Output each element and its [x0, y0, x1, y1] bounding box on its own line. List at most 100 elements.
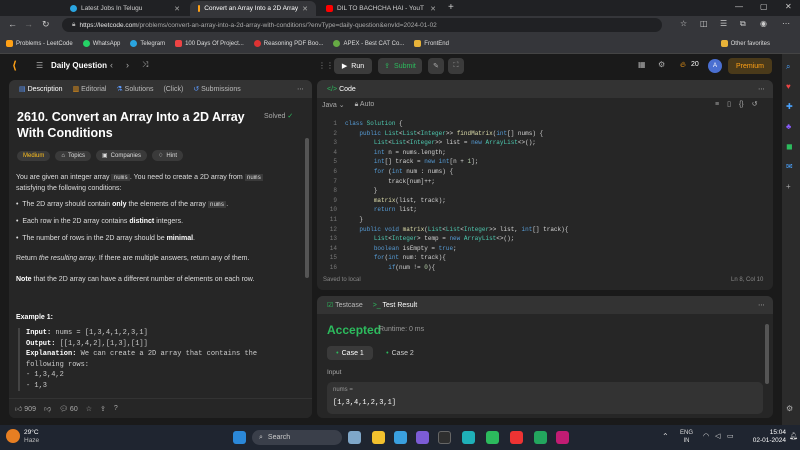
fullscreen-icon[interactable]: ⛶: [448, 58, 464, 74]
new-tab-button[interactable]: +: [448, 2, 454, 13]
terminal-app-icon[interactable]: [438, 431, 451, 444]
bookmark-apex[interactable]: APEX - Best CAT Co...: [333, 40, 404, 47]
notifications-icon[interactable]: 🔔︎: [789, 432, 798, 440]
daily-question-title[interactable]: Daily Question: [51, 61, 107, 70]
like-button[interactable]: 👍︎ 909: [15, 404, 36, 413]
bookmark-frontend[interactable]: FrontEnd: [414, 40, 449, 47]
wifi-icon[interactable]: ◠: [703, 432, 709, 440]
browser-tab[interactable]: DIL TO BACHCHA HAI - YouT ✕: [318, 1, 444, 16]
prev-problem-icon[interactable]: ‹: [110, 60, 113, 70]
debug-icon[interactable]: ⋮⋮: [318, 61, 334, 70]
favorite-star-icon[interactable]: ☆: [680, 19, 687, 28]
close-tab-icon[interactable]: ✕: [174, 5, 180, 13]
weather-icon[interactable]: [6, 429, 20, 443]
browser-tab-active[interactable]: Convert an Array Into a 2D Array ✕: [190, 1, 316, 16]
case-2-tab[interactable]: • Case 2: [377, 346, 423, 360]
code-line[interactable]: class Solution {: [345, 120, 403, 127]
tools-icon[interactable]: ✚: [786, 102, 793, 111]
games-icon[interactable]: ♣: [786, 122, 791, 131]
copilot-icon[interactable]: [348, 431, 361, 444]
volume-icon[interactable]: ◁: [715, 432, 720, 440]
search-icon[interactable]: ⌕: [786, 62, 790, 72]
panel-menu-icon[interactable]: ⋯: [758, 301, 765, 309]
bookmark-problems[interactable]: Problems - LeetCode: [6, 40, 73, 47]
topics-chip[interactable]: ⌂ Topics: [55, 150, 91, 161]
store-icon[interactable]: [394, 431, 407, 444]
code-line[interactable]: }: [345, 187, 378, 194]
tab-editorial[interactable]: ▥ Editorial: [73, 85, 107, 93]
sidebar-settings-icon[interactable]: ⚙: [786, 404, 793, 413]
code-line[interactable]: return list;: [345, 206, 417, 213]
next-problem-icon[interactable]: ›: [126, 60, 129, 70]
browser-tab[interactable]: Latest Jobs In Telugu ✕: [62, 1, 188, 16]
companies-chip[interactable]: ▣ Companies: [95, 150, 148, 161]
url-input[interactable]: 🔒︎ https://leetcode.com/problems/convert…: [62, 18, 662, 32]
leetcode-logo-icon[interactable]: ⟨: [12, 59, 17, 72]
shuffle-icon[interactable]: ⤨: [142, 60, 148, 70]
submit-button[interactable]: ⇪ Submit: [378, 58, 422, 74]
notes-icon[interactable]: ✎: [428, 58, 444, 74]
tab-solutions[interactable]: ⚗ Solutions: [116, 85, 153, 93]
tab-click[interactable]: (Click): [163, 86, 183, 93]
minimize-button[interactable]: —: [735, 2, 743, 11]
bookmark-telegram[interactable]: Telegram: [130, 40, 165, 47]
menu-icon[interactable]: ⋯: [782, 19, 790, 28]
code-line[interactable]: public List<List<Integer>> findMatrix(in…: [345, 130, 543, 137]
split-screen-icon[interactable]: ◫: [700, 19, 708, 28]
windows-start-icon[interactable]: [233, 431, 246, 444]
code-line[interactable]: int n = nums.length;: [345, 149, 446, 156]
battery-icon[interactable]: ▭: [727, 432, 734, 440]
run-button[interactable]: ▶ Run: [334, 58, 372, 74]
avatar[interactable]: A: [708, 59, 722, 73]
code-line[interactable]: }: [345, 216, 363, 223]
tab-submissions[interactable]: ↺ Submissions: [193, 85, 241, 93]
language-indicator[interactable]: ENG IN: [680, 429, 693, 445]
bookmark-other-favorites[interactable]: Other favorites: [720, 40, 770, 47]
file-explorer-icon[interactable]: [372, 431, 385, 444]
panel-menu-icon[interactable]: ⋯: [297, 85, 304, 93]
bookmark-100-days[interactable]: 100 Days Of Project...: [175, 40, 244, 47]
weather-widget[interactable]: 29°C Haze: [24, 429, 39, 445]
code-line[interactable]: List<Integer> temp = new ArrayList<>();: [345, 235, 514, 242]
bookmark-reasoning[interactable]: Reasoning PDF Boo...: [253, 40, 323, 47]
settings-icon[interactable]: ⚙: [658, 60, 665, 69]
tab-testcase[interactable]: ☑ Testcase: [327, 301, 363, 309]
forward-icon[interactable]: →: [24, 19, 33, 29]
edge-icon[interactable]: [462, 431, 475, 444]
code-line[interactable]: matrix(list, track);: [345, 197, 446, 204]
shopping-icon[interactable]: ♥: [786, 82, 791, 91]
add-icon[interactable]: +: [786, 182, 791, 191]
hint-chip[interactable]: ♢ Hint: [152, 150, 184, 161]
taskbar-search[interactable]: ⌕ Search: [252, 430, 342, 445]
reload-icon[interactable]: ↻: [42, 19, 50, 30]
code-line[interactable]: List<List<Integer>> list = new ArrayList…: [345, 139, 536, 146]
code-line[interactable]: track[num]++;: [345, 178, 435, 185]
premium-button[interactable]: Premium: [728, 58, 772, 74]
code-line[interactable]: int[] track = new int[n + 1];: [345, 158, 478, 165]
intellij-icon[interactable]: [556, 431, 569, 444]
maximize-button[interactable]: ▢: [760, 2, 768, 11]
layout-icon[interactable]: ▦: [638, 60, 646, 69]
collections-icon[interactable]: ⧉: [740, 19, 746, 29]
app-icon[interactable]: [510, 431, 523, 444]
code-line[interactable]: boolean isEmpty = true;: [345, 245, 457, 252]
office-icon[interactable]: ◼: [786, 142, 793, 151]
close-tab-icon[interactable]: ✕: [302, 5, 308, 13]
code-area[interactable]: 1 class Solution {2 public List<List<Inte…: [317, 80, 773, 290]
teams-icon[interactable]: [416, 431, 429, 444]
favorites-icon[interactable]: ☰: [720, 19, 727, 28]
result-scrollbar[interactable]: [765, 324, 769, 384]
code-line[interactable]: public void matrix(List<List<Integer>> l…: [345, 226, 568, 233]
comments-button[interactable]: 💬︎ 60: [59, 405, 78, 413]
chrome-icon[interactable]: [486, 431, 499, 444]
description-scrollbar[interactable]: [305, 138, 309, 278]
star-icon[interactable]: ☆: [86, 405, 92, 413]
close-window-button[interactable]: ✕: [785, 2, 792, 11]
code-line[interactable]: if(num != 0){: [345, 264, 435, 271]
app-icon[interactable]: [534, 431, 547, 444]
back-icon[interactable]: ←: [8, 19, 17, 29]
close-tab-icon[interactable]: ✕: [430, 5, 436, 13]
problem-list-icon[interactable]: ☰: [36, 61, 43, 70]
bookmark-whatsapp[interactable]: WhatsApp: [82, 40, 120, 47]
case-1-tab[interactable]: • Case 1: [327, 346, 373, 360]
